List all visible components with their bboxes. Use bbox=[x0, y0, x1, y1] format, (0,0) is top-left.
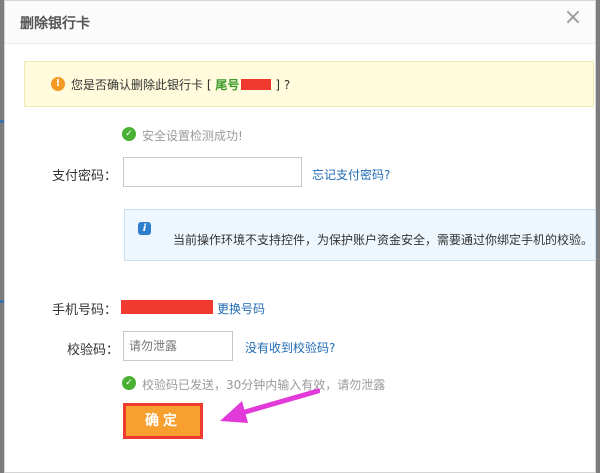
check-circle-icon: ✓ bbox=[122, 127, 136, 141]
warning-icon: ! bbox=[51, 77, 65, 91]
confirm-banner: ! 您是否确认删除此银行卡 [ 尾号 ] ? bbox=[24, 61, 594, 107]
redacted-phone-number bbox=[121, 300, 213, 314]
dialog-title: 删除银行卡 bbox=[20, 16, 90, 32]
verification-code-label: 校验码： bbox=[67, 343, 120, 358]
dialog-titlebar: 删除银行卡 × bbox=[5, 1, 595, 44]
change-number-link[interactable]: 更换号码 bbox=[217, 300, 265, 317]
confirm-button[interactable]: 确定 bbox=[123, 403, 203, 439]
check-circle-icon: ✓ bbox=[122, 376, 136, 390]
watermark-logo: Bai 经验 jingyan.baidu.com bbox=[460, 416, 551, 467]
confirm-message: 您是否确认删除此银行卡 [ 尾号 ] ? bbox=[71, 76, 290, 93]
confirm-prefix: 您是否确认删除此银行卡 [ bbox=[71, 78, 216, 92]
redacted-card-tail bbox=[241, 79, 272, 90]
delete-card-dialog: 删除银行卡 × ! 您是否确认删除此银行卡 [ 尾号 ] ? ✓ 安全设置检测成功… bbox=[4, 0, 596, 473]
confirm-suffix: ] ? bbox=[275, 78, 291, 92]
verification-code-input[interactable] bbox=[123, 331, 233, 361]
payment-password-label: 支付密码： bbox=[52, 169, 118, 184]
watermark-brand: Bai 经验 bbox=[460, 418, 551, 444]
resend-code-link[interactable]: 没有收到校验码? bbox=[245, 339, 335, 356]
info-icon: i bbox=[138, 222, 151, 235]
security-status: 安全设置检测成功! bbox=[142, 129, 243, 143]
forgot-password-link[interactable]: 忘记支付密码? bbox=[312, 166, 390, 183]
notice-text: 当前操作环境不支持控件，为保护账户资金安全，需要通过你绑定手机的校验。 bbox=[173, 233, 594, 247]
annotation-arrow-icon bbox=[220, 388, 320, 423]
close-icon[interactable]: × bbox=[561, 6, 585, 30]
watermark-url: jingyan.baidu.com bbox=[461, 457, 545, 467]
card-tail-label: 尾号 bbox=[215, 78, 240, 92]
environment-notice: i 当前操作环境不支持控件，为保护账户资金安全，需要通过你绑定手机的校验。 bbox=[124, 209, 596, 261]
phone-label: 手机号码： bbox=[52, 303, 118, 318]
payment-password-input[interactable] bbox=[123, 157, 302, 187]
